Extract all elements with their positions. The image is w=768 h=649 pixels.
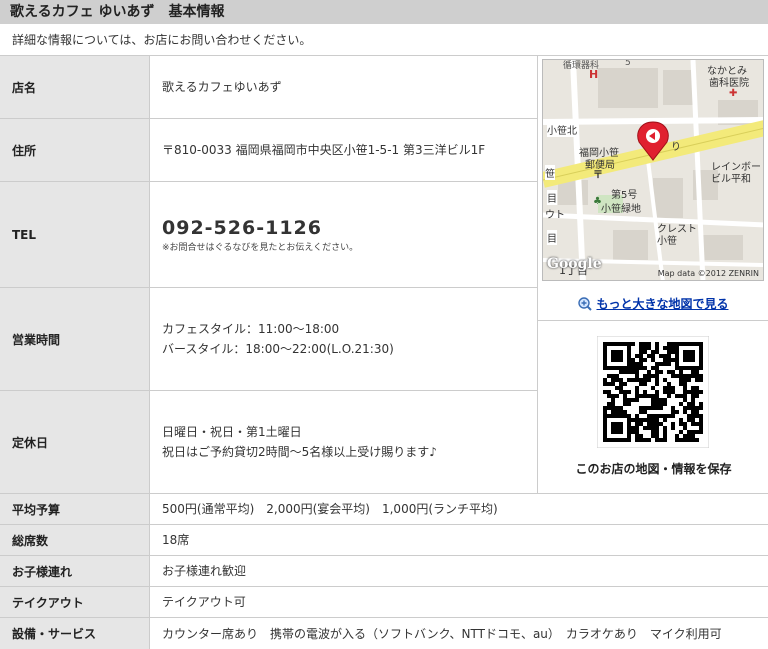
summary-row-seats: 総席数 18席 bbox=[0, 525, 768, 556]
qr-caption: このお店の地図・情報を保存 bbox=[575, 462, 732, 476]
map-label: 目 bbox=[547, 190, 557, 205]
post-office-icon: 〒 bbox=[593, 170, 603, 181]
row-label: テイクアウト bbox=[0, 587, 150, 617]
qr-code bbox=[596, 335, 710, 449]
shop-tel: 092-526-1126 ※お問合せはぐるなびを見たとお伝えください。 bbox=[150, 182, 537, 287]
hours-line: バースタイル：18:00～22:00(L.O.21:30) bbox=[162, 342, 394, 356]
map-panel: 循環器科 5 H なかとみ 歯科医院 ✚ 小笹北 福岡小笹 郵便局 〒 り レイ… bbox=[537, 56, 768, 494]
map-label: 5 bbox=[625, 59, 631, 68]
row-label: 営業時間 bbox=[0, 288, 150, 390]
map-label: 第5号 bbox=[611, 190, 638, 201]
intro-text: 詳細な情報については、お店にお問い合わせください。 bbox=[0, 24, 768, 56]
info-row-tel: TEL 092-526-1126 ※お問合せはぐるなびを見たとお伝えください。 bbox=[0, 182, 537, 288]
row-label: 総席数 bbox=[0, 525, 150, 555]
closed-days: 日曜日・祝日・第1土曜日 祝日はご予約貸切2時間～5名様以上受け賜ります♪ bbox=[150, 391, 537, 493]
map-label: 歯科医院 bbox=[709, 78, 749, 89]
map-label: ビル平和 bbox=[711, 174, 751, 185]
park-icon: ♣ bbox=[593, 196, 602, 207]
info-row-name: 店名 歌えるカフェゆいあず bbox=[0, 56, 537, 119]
summary-row-takeout: テイクアウト テイクアウト可 bbox=[0, 587, 768, 618]
page: 歌えるカフェ ゆいあず 基本情報 詳細な情報については、お店にお問い合わせくださ… bbox=[0, 0, 768, 649]
google-logo: Google bbox=[547, 256, 602, 272]
summary-row-kids: お子様連れ お子様連れ歓迎 bbox=[0, 556, 768, 587]
info-row-hours: 営業時間 カフェスタイル：11:00～18:00 バースタイル：18:00～22… bbox=[0, 288, 537, 391]
row-label: 店名 bbox=[0, 56, 150, 118]
hospital-icon: H bbox=[589, 68, 599, 81]
clinic-cross-icon: ✚ bbox=[729, 88, 738, 99]
seats-value: 18席 bbox=[162, 533, 190, 547]
row-label: 住所 bbox=[0, 119, 150, 181]
tel-number[interactable]: 092-526-1126 bbox=[162, 215, 537, 241]
budget-value: 500円(通常平均) 2,000円(宴会平均) 1,000円(ランチ平均) bbox=[162, 502, 498, 516]
zoom-in-icon[interactable] bbox=[578, 296, 593, 311]
qr-finder bbox=[675, 342, 703, 370]
larger-map-link-row: もっと大きな地図で見る bbox=[538, 286, 768, 321]
larger-map-link[interactable]: もっと大きな地図で見る bbox=[596, 295, 728, 312]
map-label: 目 bbox=[547, 230, 557, 245]
qr-finder bbox=[603, 342, 631, 370]
shop-name: 歌えるカフェゆいあず bbox=[162, 80, 282, 94]
info-row-address: 住所 〒810-0033 福岡県福岡市中央区小笹1-5-1 第3三洋ビル1F bbox=[0, 119, 537, 182]
row-label: お子様連れ bbox=[0, 556, 150, 586]
closed-line: 祝日はご予約貸切2時間～5名様以上受け賜ります♪ bbox=[162, 445, 437, 459]
tel-note: ※お問合せはぐるなびを見たとお伝えください。 bbox=[162, 242, 359, 253]
row-label: 設備・サービス bbox=[0, 618, 150, 649]
closed-line: 日曜日・祝日・第1土曜日 bbox=[162, 425, 302, 439]
qr-finder bbox=[603, 414, 631, 442]
map-label: り bbox=[671, 142, 681, 153]
business-hours: カフェスタイル：11:00～18:00 バースタイル：18:00～22:00(L… bbox=[150, 288, 537, 390]
row-label: TEL bbox=[0, 182, 150, 287]
kids-value: お子様連れ歓迎 bbox=[162, 564, 247, 578]
map-image[interactable]: 循環器科 5 H なかとみ 歯科医院 ✚ 小笹北 福岡小笹 郵便局 〒 り レイ… bbox=[542, 59, 764, 281]
row-label: 定休日 bbox=[0, 391, 150, 493]
summary-row-budget: 平均予算 500円(通常平均) 2,000円(宴会平均) 1,000円(ランチ平… bbox=[0, 494, 768, 525]
row-label: 平均予算 bbox=[0, 494, 150, 524]
map-label: ウト bbox=[545, 210, 565, 221]
map-label: 小笹 bbox=[657, 236, 677, 247]
map-label: 小笹北 bbox=[547, 122, 577, 137]
hours-line: カフェスタイル：11:00～18:00 bbox=[162, 322, 340, 336]
map-label: 小笹緑地 bbox=[601, 204, 641, 215]
info-row-closed: 定休日 日曜日・祝日・第1土曜日 祝日はご予約貸切2時間～5名様以上受け賜ります… bbox=[0, 391, 537, 494]
map-label: 笹 bbox=[545, 165, 555, 180]
facilities-value: カウンター席あり 携帯の電波が入る（ソフトバンク、NTTドコモ、au） カラオケ… bbox=[162, 626, 722, 641]
shop-address: 〒810-0033 福岡県福岡市中央区小笹1-5-1 第3三洋ビル1F bbox=[162, 143, 486, 157]
summary-row-facilities: 設備・サービス カウンター席あり 携帯の電波が入る（ソフトバンク、NTTドコモ、… bbox=[0, 618, 768, 649]
page-title: 歌えるカフェ ゆいあず 基本情報 bbox=[0, 0, 768, 24]
takeout-value: テイクアウト可 bbox=[162, 595, 246, 609]
map-credit: Map data ©2012 ZENRIN bbox=[657, 269, 759, 278]
